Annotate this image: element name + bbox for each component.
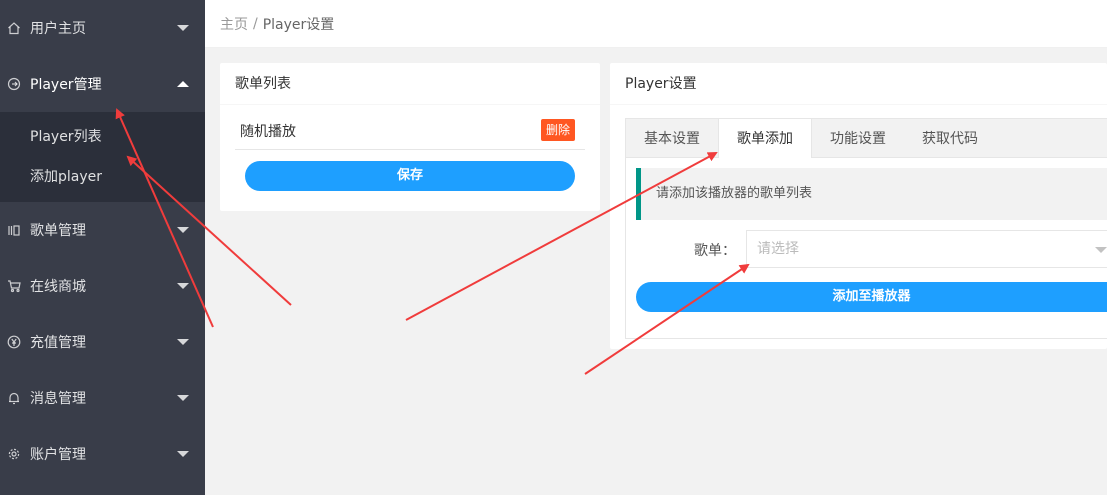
- home-icon: [7, 21, 21, 35]
- yen-icon: [7, 335, 21, 349]
- song-name: 随机播放: [240, 124, 296, 140]
- breadcrumb-home-link[interactable]: 主页: [220, 14, 248, 34]
- breadcrumb-separator: /: [253, 15, 258, 32]
- gear-icon: [7, 447, 21, 461]
- sidebar-item-label: 用户主页: [30, 21, 86, 37]
- sidebar-item-label: 歌单管理: [30, 223, 86, 239]
- settings-tabs: 基本设置 歌单添加 功能设置 获取代码: [625, 118, 1107, 160]
- bell-icon: [7, 391, 21, 405]
- sidebar-subitem-player-list[interactable]: Player列表: [0, 117, 205, 157]
- save-button[interactable]: 保存: [245, 161, 575, 191]
- sidebar-item-user-home[interactable]: 用户主页: [0, 0, 205, 56]
- chevron-down-icon: [177, 395, 189, 401]
- sidebar-subitem-add-player[interactable]: 添加player: [0, 157, 205, 197]
- breadcrumb-current: Player设置: [262, 16, 335, 33]
- player-settings-title: Player设置: [610, 63, 1107, 105]
- tab-content: 请添加该播放器的歌单列表 歌单： 请选择 添加至播放器: [625, 158, 1107, 339]
- tab-get-code[interactable]: 获取代码: [904, 119, 996, 159]
- delete-button[interactable]: 删除: [540, 119, 575, 141]
- player-icon: [7, 77, 21, 91]
- sidebar-item-label: Player管理: [30, 77, 102, 93]
- sidebar-item-account-management[interactable]: 账户管理: [0, 426, 205, 482]
- list-item: 随机播放 删除: [235, 113, 585, 150]
- chevron-down-icon: [177, 339, 189, 345]
- playlist-select[interactable]: 请选择: [746, 230, 1107, 268]
- tab-feature-settings[interactable]: 功能设置: [812, 119, 904, 159]
- sidebar-item-label: 消息管理: [30, 391, 86, 407]
- player-submenu: Player列表 添加player: [0, 112, 205, 202]
- sidebar-item-label: 账户管理: [30, 447, 86, 463]
- sidebar-item-label: 在线商城: [30, 279, 86, 295]
- playlist-icon: [7, 223, 21, 237]
- sidebar-item-player-management[interactable]: Player管理: [0, 56, 205, 112]
- playlist-field-label: 歌单：: [694, 243, 736, 259]
- playlist-card: 歌单列表 随机播放 删除 保存: [220, 63, 600, 211]
- playlist-card-title: 歌单列表: [220, 63, 600, 105]
- sidebar-item-label: 充值管理: [30, 335, 86, 351]
- notice-text: 请添加该播放器的歌单列表: [636, 168, 1107, 220]
- player-settings-card: Player设置 基本设置 歌单添加 功能设置 获取代码 请添加该播放器的歌单列…: [610, 63, 1107, 349]
- chevron-down-icon: [177, 451, 189, 457]
- chevron-up-icon: [177, 81, 189, 87]
- breadcrumb: 主页 / Player设置: [205, 0, 1107, 48]
- chevron-down-icon: [1095, 247, 1107, 253]
- sidebar-item-message-management[interactable]: 消息管理: [0, 370, 205, 426]
- chevron-down-icon: [177, 283, 189, 289]
- tab-playlist-add[interactable]: 歌单添加: [718, 119, 812, 160]
- chevron-down-icon: [177, 25, 189, 31]
- sidebar-item-online-shop[interactable]: 在线商城: [0, 258, 205, 314]
- sidebar-item-recharge-management[interactable]: 充值管理: [0, 314, 205, 370]
- cart-icon: [7, 279, 21, 293]
- sidebar-item-playlist-management[interactable]: 歌单管理: [0, 202, 205, 258]
- add-to-player-button[interactable]: 添加至播放器: [636, 282, 1107, 312]
- select-placeholder: 请选择: [757, 241, 799, 257]
- sidebar: 用户主页 Player管理 Player列表 添加player 歌单管理 在线商…: [0, 0, 205, 495]
- tab-basic-settings[interactable]: 基本设置: [626, 119, 718, 159]
- chevron-down-icon: [177, 227, 189, 233]
